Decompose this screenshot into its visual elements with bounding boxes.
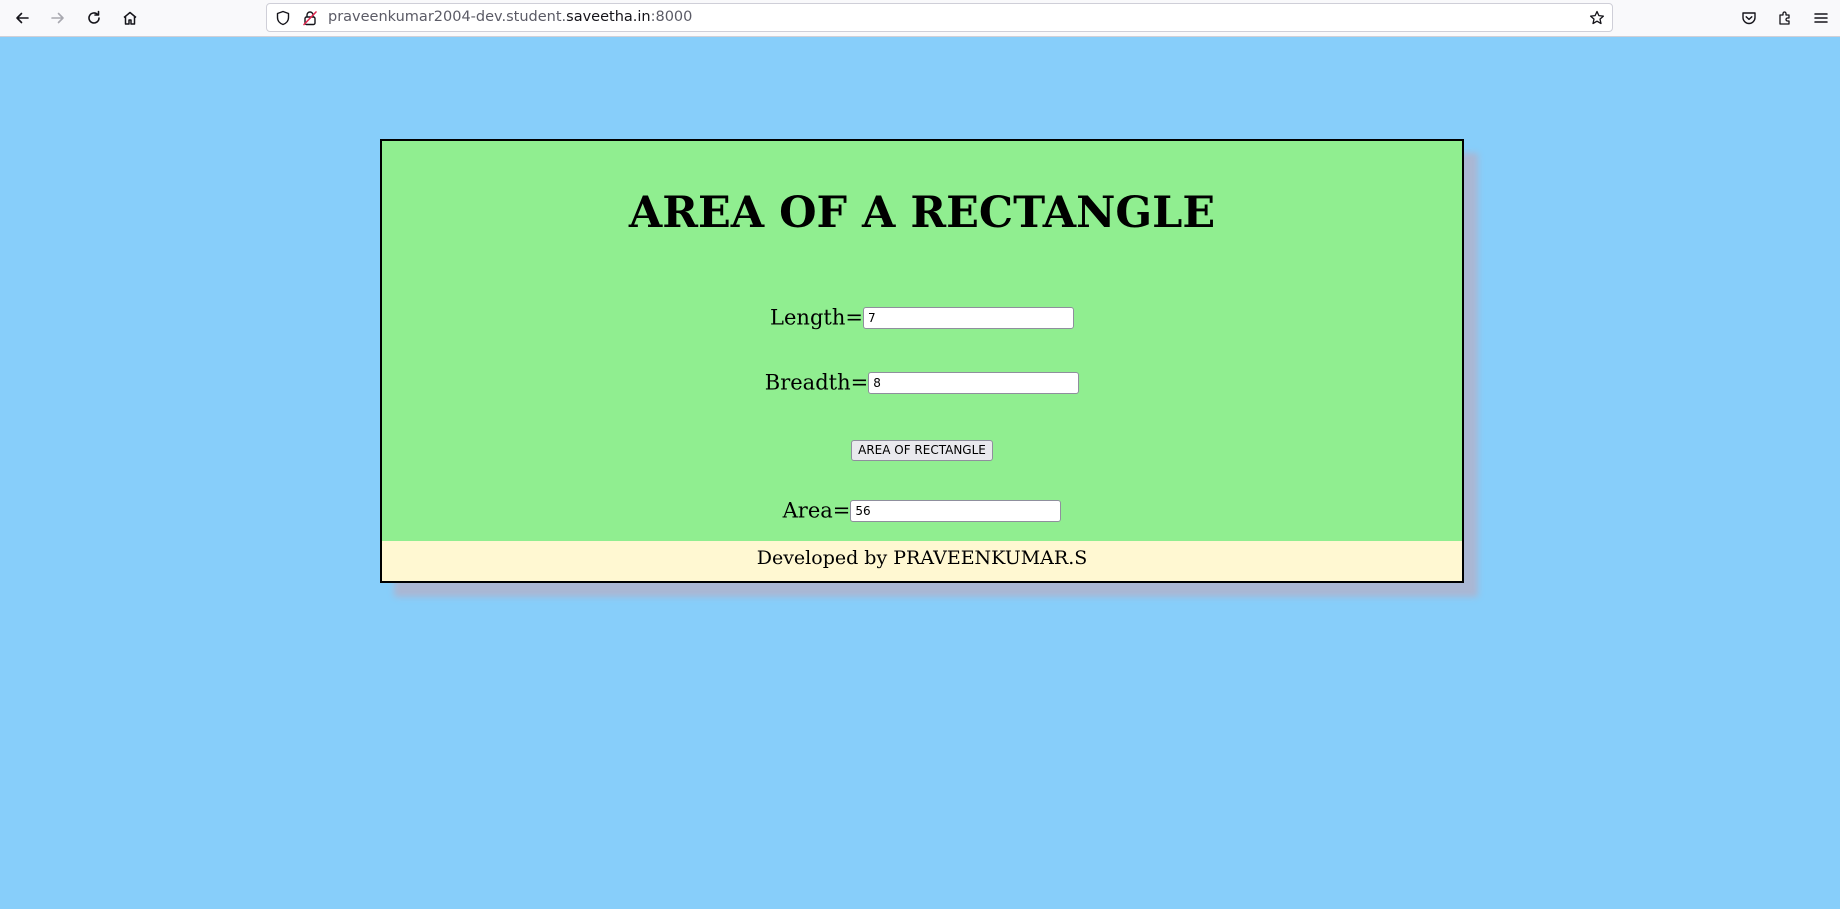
extensions-button[interactable]: [1771, 4, 1799, 32]
home-icon: [123, 11, 137, 25]
menu-button[interactable]: [1807, 4, 1835, 32]
reload-button[interactable]: [80, 4, 108, 32]
back-button[interactable]: [8, 4, 36, 32]
insecure-lock-icon[interactable]: [302, 10, 318, 26]
length-row: Length=: [382, 304, 1462, 330]
area-label: Area=: [782, 498, 851, 523]
address-bar[interactable]: praveenkumar2004-dev.student.saveetha.in…: [266, 3, 1613, 32]
home-button[interactable]: [116, 4, 144, 32]
breadth-row: Breadth=: [382, 369, 1462, 395]
url-host: saveetha.in: [566, 9, 651, 25]
browser-toolbar: praveenkumar2004-dev.student.saveetha.in…: [0, 0, 1840, 37]
breadth-label: Breadth=: [764, 370, 869, 395]
puzzle-piece-icon: [1779, 11, 1790, 25]
url-text[interactable]: praveenkumar2004-dev.student.saveetha.in…: [328, 4, 692, 31]
forward-arrow-icon: [51, 12, 64, 24]
hamburger-menu-icon: [1814, 13, 1828, 23]
pocket-icon: [1742, 12, 1756, 25]
page-title: AREA OF A RECTANGLE: [628, 188, 1216, 238]
button-row: AREA OF RECTANGLE: [382, 435, 1462, 461]
shield-icon[interactable]: [275, 10, 291, 26]
calculator-card: AREA OF A RECTANGLE Length= Breadth= ARE…: [380, 139, 1464, 583]
area-row: Area=: [382, 497, 1462, 523]
pocket-button[interactable]: [1735, 4, 1763, 32]
length-label: Length=: [770, 305, 863, 330]
bookmark-star-icon[interactable]: [1589, 10, 1605, 26]
reload-icon: [88, 10, 100, 24]
area-output[interactable]: [850, 499, 1062, 522]
url-prefix: praveenkumar2004-dev.student.: [328, 9, 567, 25]
length-input[interactable]: [862, 306, 1074, 329]
forward-button[interactable]: [44, 4, 72, 32]
calculate-area-button[interactable]: AREA OF RECTANGLE: [851, 439, 993, 461]
footer-credit: Developed by PRAVEENKUMAR.S: [382, 541, 1462, 581]
back-arrow-icon: [16, 12, 29, 24]
breadth-input[interactable]: [868, 371, 1080, 394]
url-suffix: :8000: [650, 9, 693, 25]
